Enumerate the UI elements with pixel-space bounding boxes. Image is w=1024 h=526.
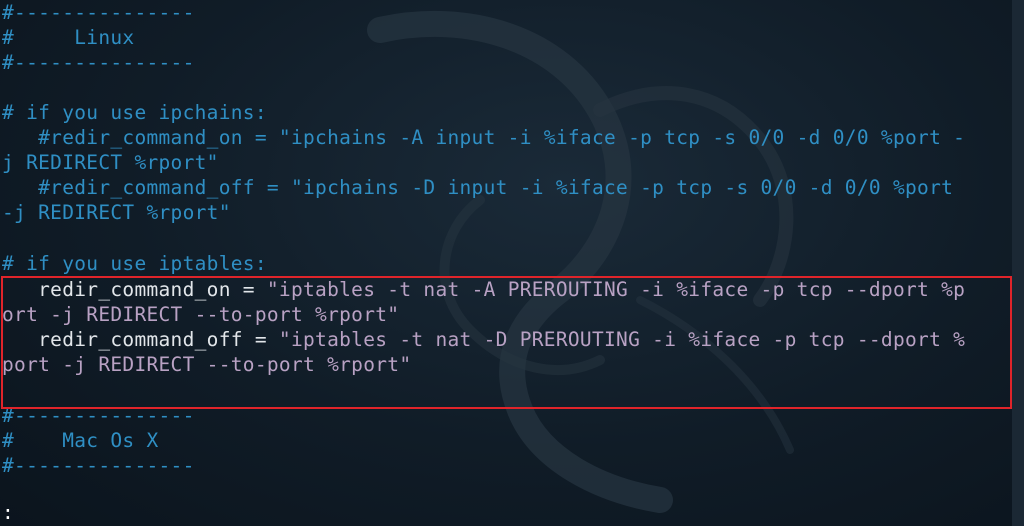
comment-line: j REDIRECT %rport" bbox=[2, 151, 219, 174]
comment-line: -j REDIRECT %rport" bbox=[2, 201, 231, 224]
section-heading-linux: # Linux bbox=[2, 26, 135, 49]
comment-line: # if you use iptables: bbox=[2, 252, 267, 275]
scrollbar[interactable] bbox=[1012, 0, 1024, 526]
comment-line: #--------------- bbox=[2, 51, 195, 74]
command-prompt[interactable]: : bbox=[2, 500, 14, 525]
comment-line: #--------------- bbox=[2, 454, 195, 477]
highlight-box bbox=[1, 276, 1012, 409]
comment-line: #--------------- bbox=[2, 1, 195, 24]
section-heading-mac-os-x: # Mac Os X bbox=[2, 429, 159, 452]
terminal-window[interactable]: #--------------- # Linux #--------------… bbox=[0, 0, 1024, 526]
comment-line: # if you use ipchains: bbox=[2, 101, 267, 124]
comment-line: #redir_command_on = "ipchains -A input -… bbox=[2, 126, 966, 149]
comment-line: #redir_command_off = "ipchains -D input … bbox=[2, 176, 954, 199]
